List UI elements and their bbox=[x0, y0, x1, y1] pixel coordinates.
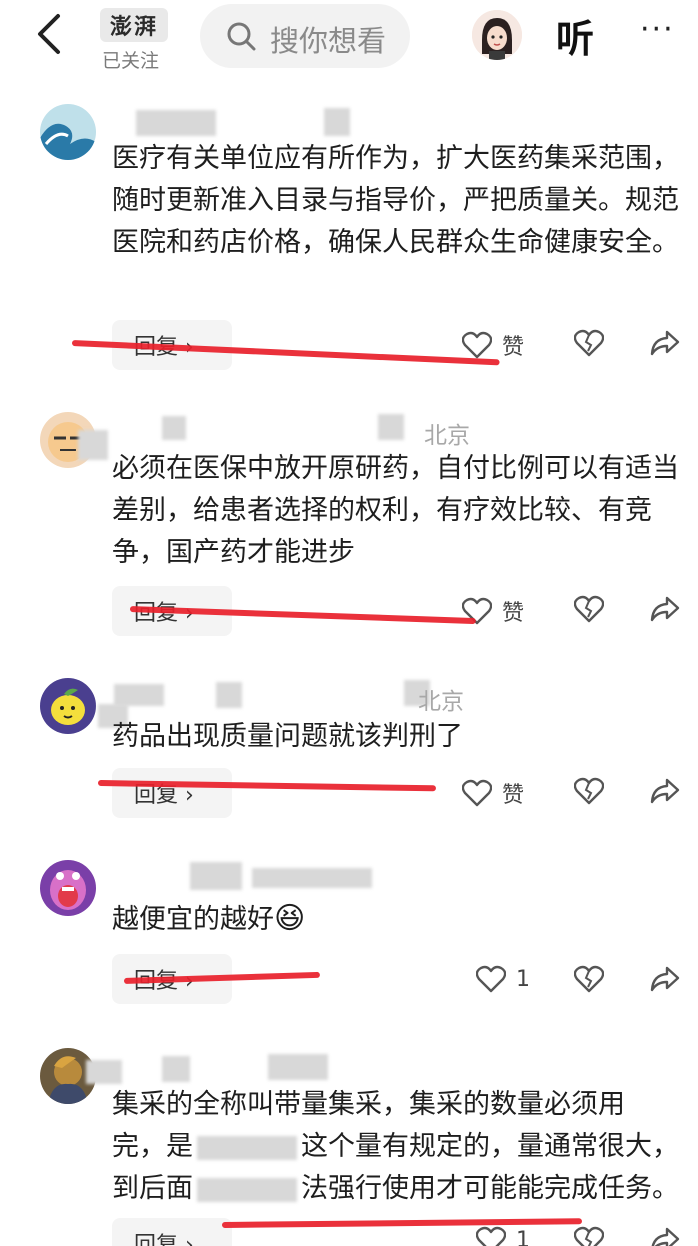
like-label: 赞 bbox=[502, 783, 525, 808]
commenter-name-blurred bbox=[78, 414, 412, 460]
share-arrow-icon bbox=[650, 330, 680, 356]
broken-heart-icon bbox=[574, 329, 604, 357]
dislike-button[interactable] bbox=[574, 595, 604, 623]
comment-location: 北京 bbox=[418, 689, 464, 715]
like-count: 1 bbox=[516, 1227, 530, 1246]
heart-icon bbox=[462, 331, 492, 359]
back-button[interactable] bbox=[30, 10, 70, 58]
like-button[interactable]: 1 bbox=[476, 1226, 530, 1246]
commenter-avatar[interactable] bbox=[40, 678, 96, 734]
lemon-avatar-icon bbox=[40, 678, 96, 734]
commenter-name-blurred bbox=[98, 680, 442, 728]
commenter-name-blurred bbox=[112, 108, 352, 138]
dislike-button[interactable] bbox=[574, 329, 604, 357]
like-label: 赞 bbox=[502, 335, 525, 360]
redacted-name bbox=[268, 1054, 328, 1080]
chevron-left-icon bbox=[38, 14, 60, 54]
redacted-name bbox=[162, 416, 186, 440]
user-avatar[interactable] bbox=[472, 10, 522, 60]
follow-status[interactable]: 已关注 bbox=[102, 46, 159, 73]
comment-text: 药品出现质量问题就该判刑了 bbox=[112, 721, 463, 752]
commenter-name-blurred bbox=[112, 862, 382, 892]
commenter-name-blurred bbox=[86, 1052, 432, 1084]
avatar-illustration-icon bbox=[472, 10, 522, 60]
share-arrow-icon bbox=[650, 778, 680, 804]
share-button[interactable] bbox=[650, 329, 680, 357]
like-label: 赞 bbox=[502, 601, 525, 626]
redacted-name bbox=[190, 862, 242, 890]
redacted-name bbox=[378, 414, 404, 440]
publisher-logo[interactable]: 澎湃 已关注 bbox=[100, 8, 170, 73]
commenter-avatar[interactable] bbox=[40, 104, 96, 160]
comment-location: 北京 bbox=[424, 423, 470, 449]
wave-avatar-icon bbox=[40, 104, 96, 160]
redacted-name bbox=[162, 1056, 190, 1082]
comment-text-line: 集采的全称叫带量集采，集采的数量必须用 bbox=[112, 1089, 625, 1120]
broken-heart-icon bbox=[574, 595, 604, 623]
heart-icon bbox=[476, 1226, 506, 1246]
commenter-avatar[interactable] bbox=[40, 860, 96, 916]
share-arrow-icon bbox=[650, 966, 680, 992]
listen-button[interactable]: 听 bbox=[556, 8, 594, 63]
like-button[interactable]: 赞 bbox=[462, 777, 524, 809]
broken-heart-icon bbox=[574, 965, 604, 993]
redacted-name bbox=[86, 1060, 122, 1084]
like-count: 1 bbox=[516, 966, 530, 992]
like-button[interactable]: 1 bbox=[476, 965, 530, 993]
publisher-logo-mark: 澎湃 bbox=[100, 8, 168, 42]
comment-text-line: 到后面 法强行使用才可能能完成任务。 bbox=[112, 1168, 682, 1210]
search-bar[interactable]: 搜你想看 bbox=[200, 4, 410, 68]
redacted-name bbox=[78, 430, 108, 460]
search-icon bbox=[227, 22, 256, 51]
comment-text: 越便宜的越好😆 bbox=[112, 898, 682, 941]
redacted-name bbox=[114, 684, 164, 706]
heart-icon bbox=[462, 779, 492, 807]
laughing-emoji: 😆 bbox=[274, 901, 306, 936]
reply-button[interactable]: 回复 › bbox=[112, 768, 232, 818]
comment-text: 必须在医保中放开原研药，自付比例可以有适当差别，给患者选择的权利，有疗效比较、有… bbox=[112, 453, 679, 568]
monster-avatar-icon bbox=[40, 860, 96, 916]
comment-text-body: 越便宜的越好 bbox=[112, 904, 274, 935]
comment-text-fragment: 到后面 bbox=[112, 1173, 193, 1204]
comment-text: 医疗有关单位应有所作为，扩大医药集采范围，随时更新准入目录与指导价，严把质量关。… bbox=[112, 143, 679, 258]
more-options-button[interactable]: ··· bbox=[640, 12, 675, 47]
dislike-button[interactable] bbox=[574, 777, 604, 805]
comment-text: 集采的全称叫带量集采，集采的数量必须用 完，是 这个量有规定的，量通常很大， 到后… bbox=[112, 1084, 682, 1210]
comment-text-line: 完，是 这个量有规定的，量通常很大， bbox=[112, 1126, 682, 1168]
top-bar: 澎湃 已关注 搜你想看 听 ··· bbox=[0, 0, 698, 80]
share-arrow-icon bbox=[651, 1227, 680, 1246]
broken-heart-icon bbox=[574, 1226, 604, 1246]
redacted-name bbox=[216, 682, 242, 708]
search-placeholder: 搜你想看 bbox=[270, 24, 387, 58]
redacted-name bbox=[136, 110, 216, 136]
share-button[interactable] bbox=[650, 1226, 680, 1246]
comment-text-fragment: 法强行使用才可能能完成任务。 bbox=[301, 1173, 679, 1204]
redacted-name bbox=[252, 868, 372, 888]
broken-heart-icon bbox=[574, 777, 604, 805]
dislike-button[interactable] bbox=[574, 1226, 604, 1246]
dislike-button[interactable] bbox=[574, 965, 604, 993]
redacted-name bbox=[324, 108, 350, 136]
like-button[interactable]: 赞 bbox=[462, 329, 524, 361]
redacted-text bbox=[197, 1177, 297, 1202]
reply-button[interactable]: 回复 › bbox=[112, 1218, 232, 1246]
share-arrow-icon bbox=[650, 596, 680, 622]
comment-text-fragment: 这个量有规定的，量通常很大， bbox=[301, 1131, 679, 1162]
share-button[interactable] bbox=[650, 595, 680, 623]
heart-icon bbox=[476, 965, 506, 993]
share-button[interactable] bbox=[650, 965, 680, 993]
comment-text-fragment: 完，是 bbox=[112, 1131, 193, 1162]
redacted-text bbox=[197, 1135, 297, 1160]
share-button[interactable] bbox=[650, 777, 680, 805]
